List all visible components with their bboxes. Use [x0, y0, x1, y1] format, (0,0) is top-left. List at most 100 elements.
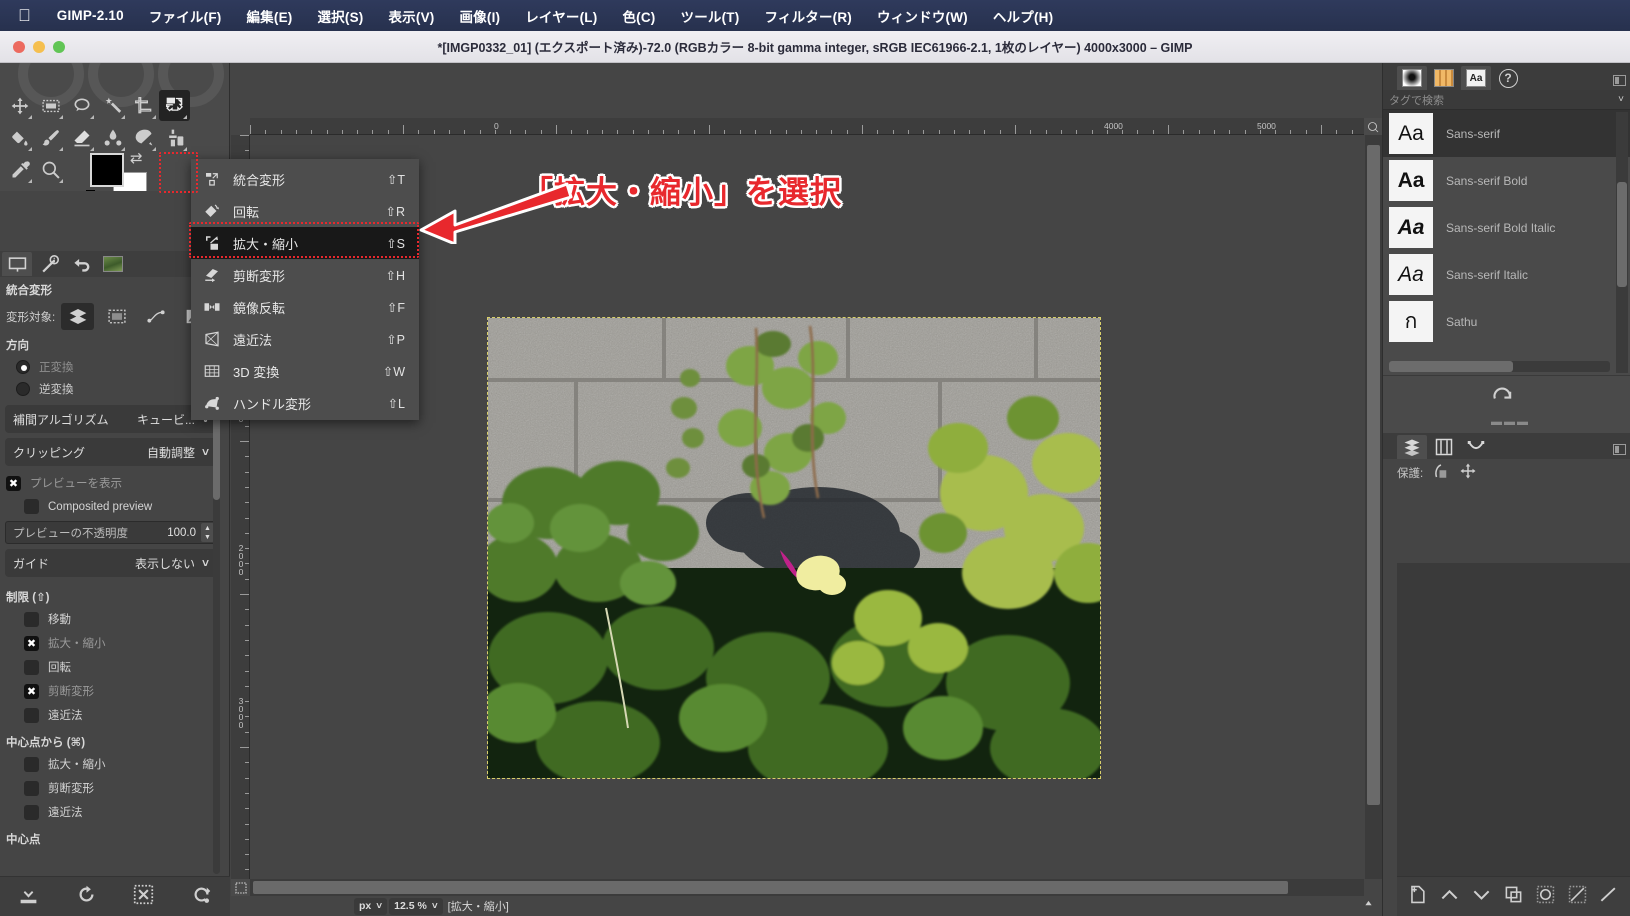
- anchor-layer-icon[interactable]: [1568, 885, 1587, 909]
- layers-tab[interactable]: [1397, 435, 1427, 459]
- direction-option-forward[interactable]: 正変換: [0, 356, 222, 378]
- fonts-tab[interactable]: Aa: [1461, 66, 1491, 90]
- font-row-sans-serif-bold[interactable]: Aa Sans-serif Bold: [1383, 157, 1630, 204]
- chevron-down-icon[interactable]: ˅: [1618, 94, 1624, 105]
- constrain-move-checkbox[interactable]: 移動: [0, 607, 222, 631]
- lower-layer-icon[interactable]: [1472, 885, 1491, 909]
- preview-opacity-spinner[interactable]: プレビューの不透明度 100.0 ▲ ▼: [5, 521, 217, 544]
- crop-tool[interactable]: [128, 90, 159, 121]
- clipping-combo[interactable]: クリッピング 自動調整 ˅: [5, 438, 217, 466]
- direction-option-backward[interactable]: 逆変換: [0, 378, 222, 400]
- constrain-scale-checkbox[interactable]: ✖ 拡大・縮小: [0, 631, 222, 655]
- canvas-image[interactable]: [487, 317, 1101, 779]
- paintbrush-tool[interactable]: [35, 122, 66, 153]
- menu-layer[interactable]: レイヤー(L): [525, 6, 597, 26]
- delete-layer-icon[interactable]: [1599, 885, 1618, 909]
- raise-layer-icon[interactable]: [1440, 885, 1459, 909]
- interpolation-combo[interactable]: 補間アルゴリズム キュービ... ˅: [5, 405, 217, 433]
- menu-select[interactable]: 選択(S): [317, 6, 363, 26]
- help-tab[interactable]: ?: [1493, 66, 1523, 90]
- merge-down-icon[interactable]: [1536, 885, 1555, 909]
- menu-edit[interactable]: 編集(E): [246, 6, 292, 26]
- menu-file[interactable]: ファイル(F): [149, 6, 222, 26]
- font-row-sans-serif-italic[interactable]: Aa Sans-serif Italic: [1383, 251, 1630, 298]
- patterns-tab[interactable]: [1429, 66, 1459, 90]
- font-list-vertical-scrollbar[interactable]: [1616, 112, 1628, 373]
- menu-item-handle-transform[interactable]: ハンドル変形 ⇧L: [191, 387, 419, 419]
- rectangle-select-tool[interactable]: [35, 90, 66, 121]
- lock-position-icon[interactable]: [1459, 462, 1477, 485]
- layers-list[interactable]: [1397, 563, 1630, 876]
- move-tool[interactable]: [4, 90, 35, 121]
- guides-combo[interactable]: ガイド 表示しない ˅: [5, 549, 217, 577]
- navigation-preview-button[interactable]: [1364, 118, 1382, 135]
- menu-item-flip[interactable]: 鏡像反転 ⇧F: [191, 291, 419, 323]
- canvas-resize-grip[interactable]: [1361, 896, 1376, 916]
- foreground-color-swatch[interactable]: [90, 153, 124, 187]
- menubar-app-name[interactable]: GIMP-2.10: [57, 8, 124, 23]
- close-button[interactable]: [13, 41, 25, 53]
- refresh-fonts-icon[interactable]: [1491, 387, 1514, 415]
- menu-item-rotate[interactable]: 回転 ⇧R: [191, 195, 419, 227]
- transform-tools-dropdown-menu[interactable]: 統合変形 ⇧T 回転 ⇧R 拡大・縮小 ⇧S 剪断変形 ⇧H 鏡像反転 ⇧F 遠…: [191, 159, 419, 420]
- font-row-sans-serif[interactable]: Aa Sans-serif: [1383, 110, 1630, 157]
- layers-dock-menu-button[interactable]: [1613, 444, 1626, 455]
- maximize-button[interactable]: [53, 41, 65, 53]
- brushes-tab[interactable]: [1397, 66, 1427, 90]
- device-status-tab[interactable]: [34, 252, 64, 276]
- smudge-tool[interactable]: [97, 122, 128, 153]
- duplicate-layer-icon[interactable]: [1504, 885, 1523, 909]
- eraser-tool[interactable]: [66, 122, 97, 153]
- canvas-horizontal-scrollbar[interactable]: [250, 879, 1364, 896]
- menu-colors[interactable]: 色(C): [622, 6, 655, 26]
- delete-tool-preset-icon[interactable]: [133, 884, 154, 910]
- transform-target-selection[interactable]: [100, 303, 133, 330]
- menu-item-shear[interactable]: 剪断変形 ⇧H: [191, 259, 419, 291]
- tag-search-field[interactable]: タグで検索 ˅: [1383, 90, 1630, 110]
- constrain-perspective-checkbox[interactable]: 遠近法: [0, 703, 222, 727]
- reset-tool-options-icon[interactable]: [191, 884, 212, 910]
- font-list[interactable]: Aa Sans-serif Aa Sans-serif Bold Aa Sans…: [1383, 110, 1630, 375]
- undo-history-tab[interactable]: [66, 252, 96, 276]
- menu-windows[interactable]: ウィンドウ(W): [877, 6, 968, 26]
- menu-help[interactable]: ヘルプ(H): [993, 6, 1053, 26]
- font-list-horizontal-scrollbar[interactable]: [1389, 361, 1610, 372]
- menu-item-scale[interactable]: 拡大・縮小 ⇧S: [191, 227, 419, 259]
- font-row-sathu[interactable]: ก Sathu: [1383, 298, 1630, 345]
- paths-tab[interactable]: [1461, 435, 1491, 459]
- color-picker-tool[interactable]: [4, 154, 35, 185]
- fuzzy-select-tool[interactable]: [97, 90, 128, 121]
- constrain-rotate-checkbox[interactable]: 回転: [0, 655, 222, 679]
- canvas-vertical-scrollbar[interactable]: [1365, 135, 1382, 879]
- restore-tool-preset-icon[interactable]: [76, 884, 97, 910]
- menu-view[interactable]: 表示(V): [388, 6, 434, 26]
- pivot-scale-checkbox[interactable]: 拡大・縮小: [0, 752, 222, 776]
- unified-transform-tool[interactable]: [159, 90, 190, 121]
- window-controls[interactable]: [13, 41, 65, 53]
- pivot-shear-checkbox[interactable]: 剪断変形: [0, 776, 222, 800]
- horizontal-ruler[interactable]: 0 4000 5000: [250, 118, 1364, 135]
- dock-menu-button[interactable]: [1613, 75, 1626, 86]
- quick-mask-toggle[interactable]: [231, 879, 250, 896]
- constrain-shear-checkbox[interactable]: ✖ 剪断変形: [0, 679, 222, 703]
- minimize-button[interactable]: [33, 41, 45, 53]
- lock-pixels-icon[interactable]: [1432, 462, 1450, 485]
- menu-item-perspective[interactable]: 遠近法 ⇧P: [191, 323, 419, 355]
- pivot-perspective-checkbox[interactable]: 遠近法: [0, 800, 222, 824]
- channels-tab[interactable]: [1429, 435, 1459, 459]
- new-layer-icon[interactable]: [1408, 885, 1427, 909]
- swap-colors-icon[interactable]: ⇄: [130, 149, 143, 167]
- unit-selector[interactable]: px ˅: [354, 897, 388, 915]
- tool-options-tab[interactable]: [2, 252, 32, 276]
- menu-filters[interactable]: フィルター(R): [764, 6, 852, 26]
- transform-target-path[interactable]: [139, 303, 172, 330]
- show-preview-checkbox[interactable]: ✖ プレビューを表示: [0, 471, 222, 495]
- apple-logo-icon[interactable]: : [18, 7, 31, 24]
- menu-tools[interactable]: ツール(T): [681, 6, 740, 26]
- zoom-tool[interactable]: [35, 154, 66, 185]
- reset-colors-icon[interactable]: [86, 190, 101, 191]
- menu-image[interactable]: 画像(I): [459, 6, 500, 26]
- menu-item-unified-transform[interactable]: 統合変形 ⇧T: [191, 163, 419, 195]
- composited-preview-checkbox[interactable]: Composited preview: [0, 495, 222, 518]
- menu-item-3d-transform[interactable]: 3D 変換 ⇧W: [191, 355, 419, 387]
